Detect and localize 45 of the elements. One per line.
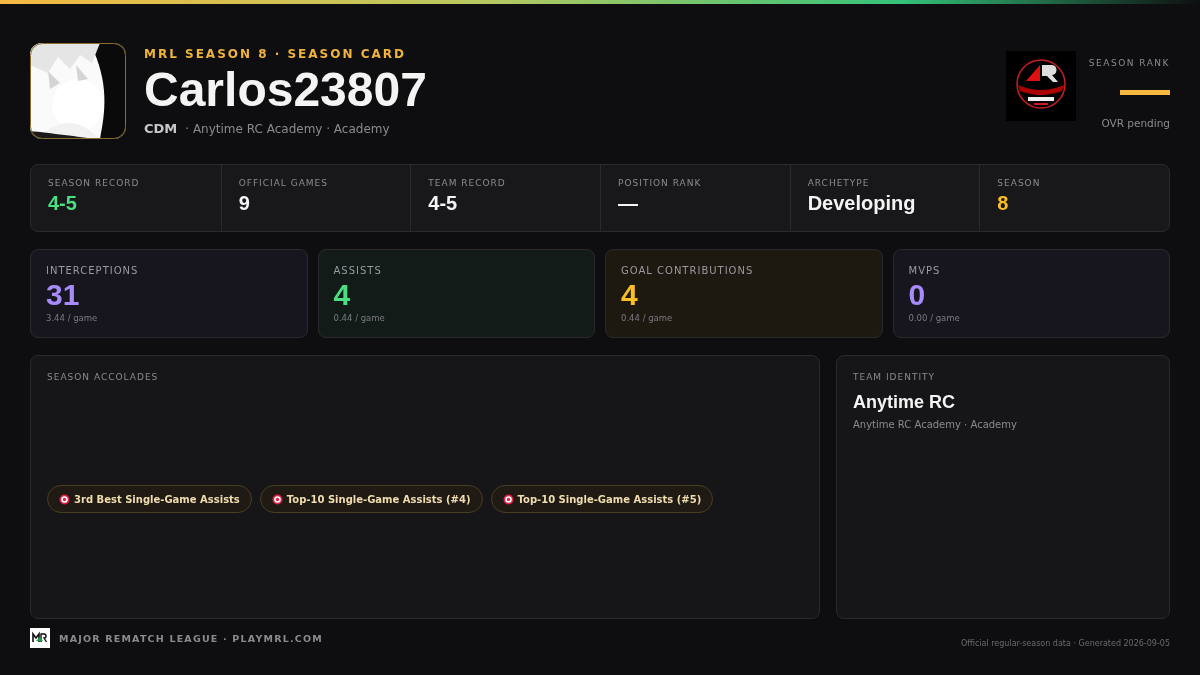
player-name: Carlos23807 (144, 62, 428, 117)
stat-value: 4 (333, 279, 352, 311)
summary-value: 8 (997, 192, 1010, 215)
stat-label: INTERCEPTIONS (46, 265, 140, 276)
per-game-value: 0.00 / game (908, 313, 961, 323)
stat-label: ASSISTS (333, 265, 383, 276)
summary-value: — (618, 192, 639, 215)
summary-label: SEASON (997, 178, 1042, 188)
summary-label: OFFICIAL GAMES (238, 178, 329, 188)
per-game-value: 3.44 / game (46, 313, 99, 323)
stat-value: 31 (46, 279, 81, 311)
rank-label: SEASON RANK (1088, 58, 1170, 68)
per-game-value: 0.44 / game (333, 313, 386, 323)
per-game-value: 0.44 / game (621, 313, 674, 323)
team-name: Anytime RC (853, 392, 956, 413)
stat-label: GOAL CONTRIBUTIONS (621, 265, 755, 276)
stat-label: MVPS (908, 265, 942, 276)
rank-placeholder-bar (1120, 90, 1170, 95)
target-icon (502, 493, 514, 505)
target-icon (271, 493, 283, 505)
summary-value: 4-5 (428, 192, 459, 215)
target-icon (59, 493, 70, 505)
player-team: · Anytime RC Academy · Academy (185, 121, 390, 136)
stat-value: 0 (908, 279, 927, 311)
summary-value: Developing (807, 192, 917, 215)
accolade-badge: Top-10 Single-Game Assists (#4) (259, 485, 483, 513)
accolade-badge: Top-10 Single-Game Assists (#5) (490, 485, 714, 513)
footer-note: Official regular-season data · Generated 2026-09-05 (960, 638, 1170, 648)
summary-label: ARCHETYPE (807, 178, 871, 188)
league-logo-icon (30, 628, 50, 648)
card-eyebrow: MRL SEASON 8 · SEASON CARD (144, 46, 407, 61)
footer-brand: MAJOR REMATCH LEAGUE · PLAYMRL.COM (59, 632, 323, 644)
stat-value: 4 (621, 279, 639, 311)
accolade-badge: 3rd Best Single-Game Assists (47, 485, 252, 513)
summary-label: TEAM RECORD (428, 178, 507, 188)
panel-title: TEAM IDENTITY (853, 372, 937, 382)
summary-value: 4-5 (48, 192, 78, 215)
team-logo-icon (1006, 51, 1076, 121)
panel-title: SEASON ACCOLADES (47, 372, 160, 382)
summary-label: POSITION RANK (618, 178, 703, 188)
summary-label: SEASON RECORD (48, 178, 141, 188)
player-position: CDM (144, 120, 178, 136)
summary-value: 9 (238, 192, 251, 215)
team-subtitle: Anytime RC Academy · Academy (853, 419, 1018, 430)
rank-note: OVR pending (1101, 117, 1170, 129)
